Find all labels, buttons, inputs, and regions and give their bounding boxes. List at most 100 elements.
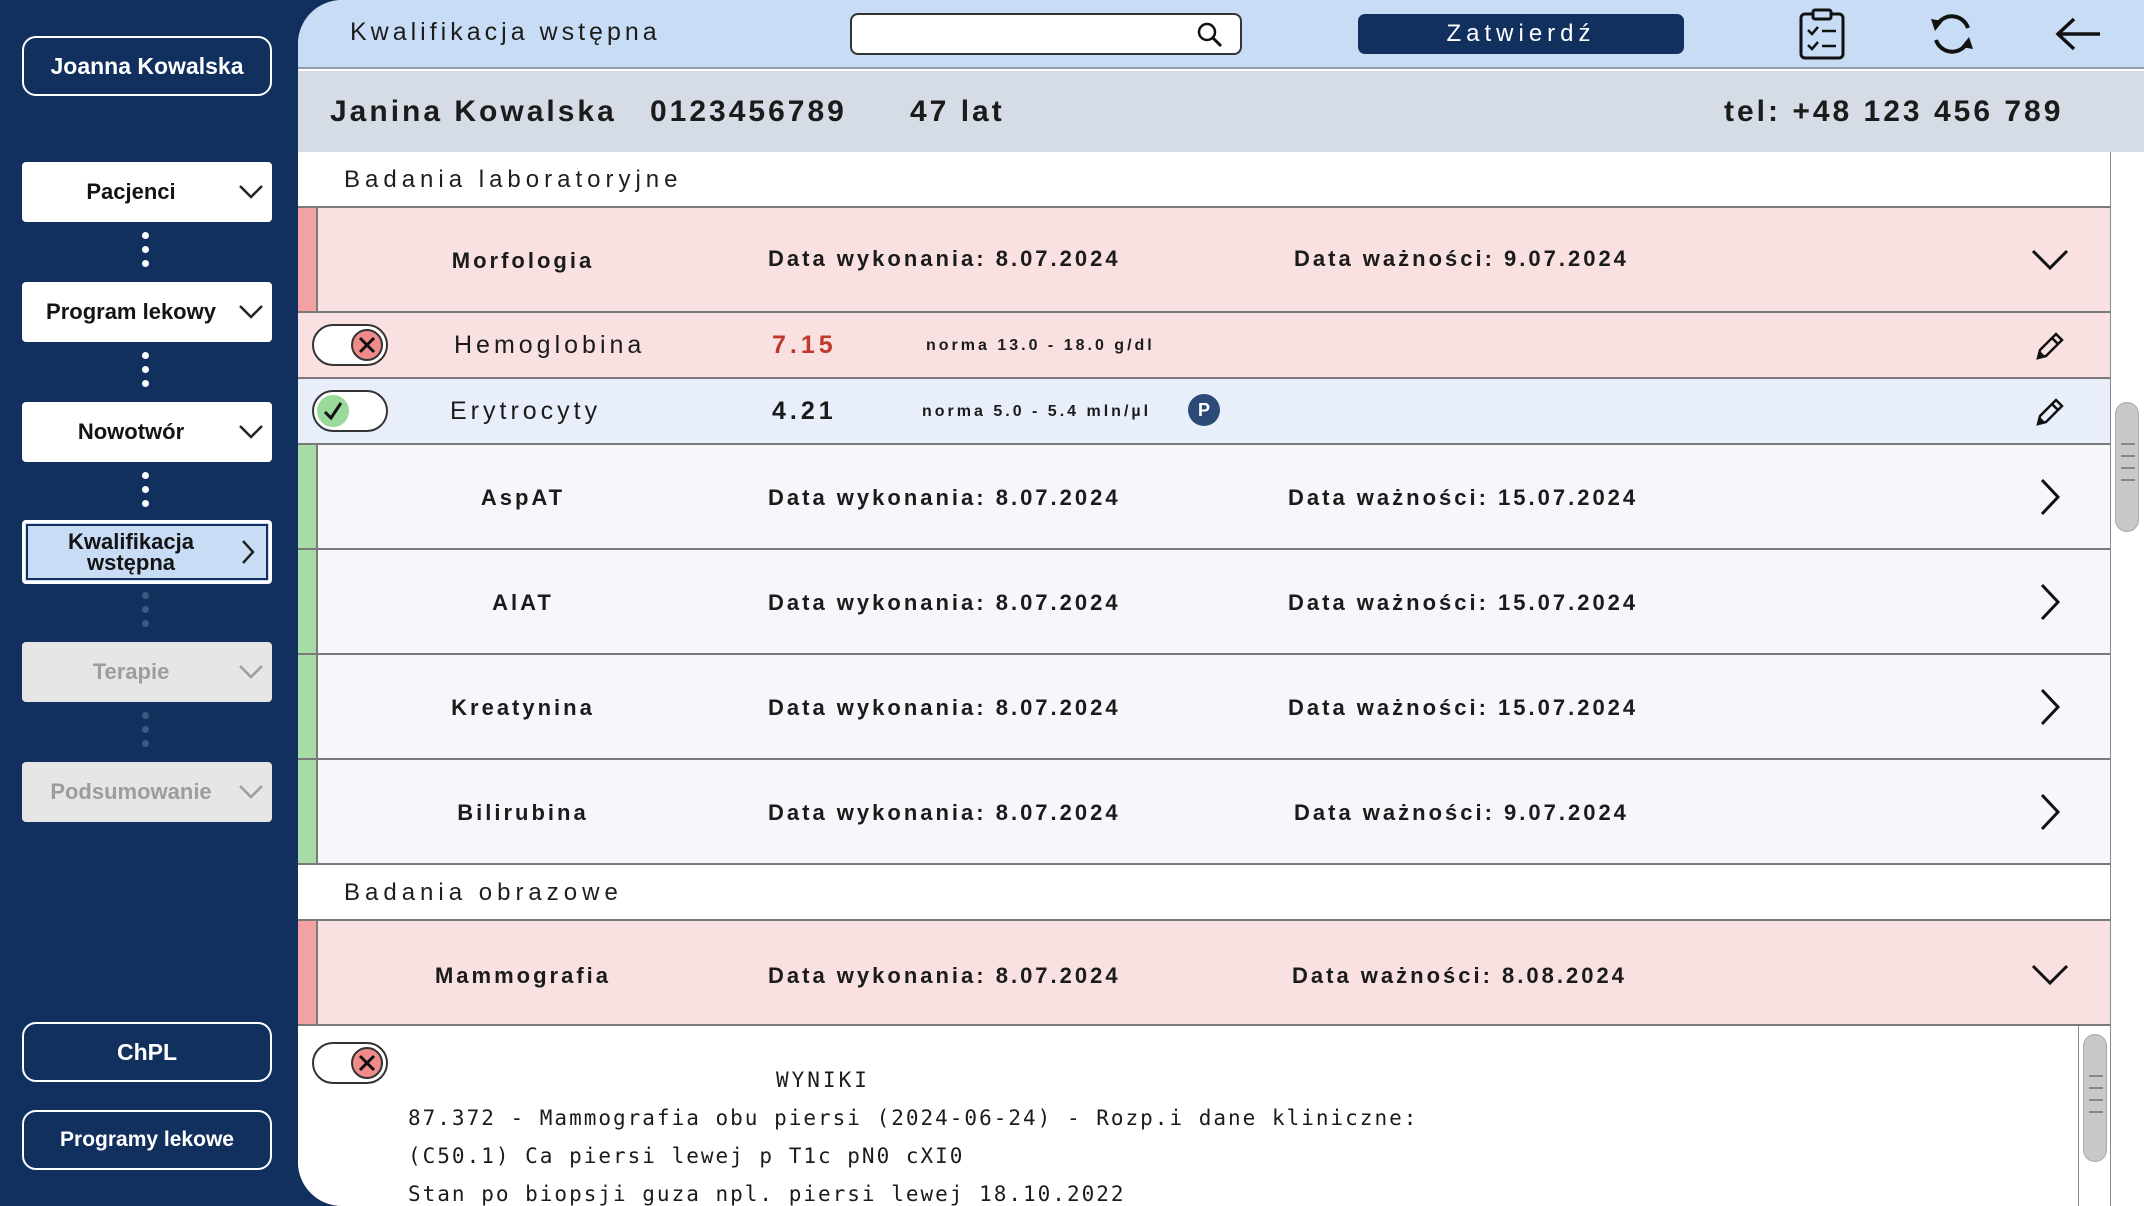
patient-info-bar: Janina Kowalska 0123456789 47 lat tel: +… [298, 71, 2144, 152]
p-badge-icon[interactable]: P [1188, 394, 1220, 426]
test-valid-date: Data ważności: 9.07.2024 [1294, 246, 1629, 271]
test-valid-date: Data ważności: 15.07.2024 [1288, 485, 1639, 510]
status-stripe [298, 445, 318, 548]
step-kwalifikacja-active[interactable]: Kwalifikacja wstępna [22, 520, 272, 584]
result-toggle[interactable] [312, 390, 388, 432]
subtest-norm: norma 13.0 - 18.0 g/dl [926, 337, 1155, 354]
step-label: Program lekowy [46, 299, 216, 324]
chevron-right-icon[interactable] [2030, 582, 2070, 622]
status-stripe [298, 550, 318, 653]
pencil-edit-icon[interactable] [2030, 326, 2070, 366]
close-icon [351, 1047, 383, 1079]
step-pacjenci-dropdown[interactable]: Pacjenci [22, 162, 272, 222]
test-row-kreatynina[interactable]: Kreatynina Data wykonania: 8.07.2024 Dat… [298, 655, 2110, 760]
main-panel: Kwalifikacja wstępna Zatwierdź Janina Ko… [298, 0, 2144, 1206]
test-row-alat[interactable]: AlAT Data wykonania: 8.07.2024 Data ważn… [298, 550, 2110, 655]
chevron-down-icon [230, 411, 272, 453]
subtest-name: Erytrocyty [450, 397, 602, 425]
chpl-button[interactable]: ChPL [22, 1022, 272, 1082]
subtest-row-erytrocyty: Erytrocyty 4.21 norma 5.0 - 5.4 mln/µl P [298, 379, 2110, 445]
patient-name: Janina Kowalska [330, 95, 617, 128]
step-label: Podsumowanie [50, 779, 212, 804]
patient-id: 0123456789 [650, 95, 847, 128]
scrollbar-thumb[interactable] [2083, 1034, 2107, 1162]
chevron-down-icon[interactable] [2030, 955, 2070, 995]
test-name: Bilirubina [457, 800, 589, 825]
subtest-row-hemoglobina: Hemoglobina 7.15 norma 13.0 - 18.0 g/dl [298, 313, 2110, 379]
step-nowotwor-dropdown[interactable]: Nowotwór [22, 402, 272, 462]
checkmark-icon [317, 395, 349, 427]
test-name: AspAT [480, 485, 566, 510]
sidebar: Joanna Kowalska Pacjenci Program lekowy … [0, 0, 300, 1206]
step-connector [140, 472, 150, 507]
step-connector [140, 712, 150, 747]
step-label: Terapie [92, 659, 170, 684]
section-header-lab: Badania laboratoryjne [298, 152, 2110, 208]
search-icon[interactable] [1196, 21, 1224, 54]
test-valid-date: Data ważności: 15.07.2024 [1288, 590, 1639, 615]
test-performed-date: Data wykonania: 8.07.2024 [768, 695, 1121, 720]
test-valid-date: Data ważności: 9.07.2024 [1294, 800, 1629, 825]
step-label: Kwalifikacja wstępna [68, 529, 194, 575]
search-box[interactable] [850, 13, 1242, 55]
back-arrow-icon[interactable] [2050, 6, 2106, 62]
status-stripe [298, 921, 318, 1024]
subtest-norm: norma 5.0 - 5.4 mln/µl [922, 403, 1152, 420]
user-profile-button[interactable]: Joanna Kowalska [22, 36, 272, 96]
step-program-lekowy-dropdown[interactable]: Program lekowy [22, 282, 272, 342]
confirm-button[interactable]: Zatwierdź [1358, 14, 1684, 54]
scrollbar-thumb[interactable] [2115, 402, 2139, 532]
section-title: Badania laboratoryjne [344, 166, 683, 193]
pencil-edit-icon[interactable] [2030, 392, 2070, 432]
chevron-right-icon [227, 531, 269, 573]
test-performed-date: Data wykonania: 8.07.2024 [768, 800, 1121, 825]
chevron-right-icon[interactable] [2030, 792, 2070, 832]
subtest-value: 7.15 [772, 331, 837, 359]
page-title: Kwalifikacja wstępna [350, 18, 661, 46]
test-name: Mammografia [434, 963, 612, 988]
section-header-imaging: Badania obrazowe [298, 865, 2110, 921]
results-scrollbar[interactable] [2078, 1026, 2108, 1206]
results-line: Stan po biopsji guza npl. piersi lewej 1… [408, 1182, 1126, 1206]
step-connector [140, 592, 150, 627]
patient-phone: tel: +48 123 456 789 [1724, 95, 2064, 128]
test-performed-date: Data wykonania: 8.07.2024 [768, 246, 1121, 271]
test-row-morfologia[interactable]: Morfologia Data wykonania: 8.07.2024 Dat… [298, 208, 2110, 313]
main-scrollbar[interactable] [2110, 152, 2140, 1206]
result-toggle[interactable] [312, 324, 388, 366]
subtest-value: 4.21 [772, 397, 837, 425]
result-toggle[interactable] [312, 1042, 388, 1084]
section-title: Badania obrazowe [344, 879, 623, 906]
test-valid-date: Data ważności: 15.07.2024 [1288, 695, 1639, 720]
step-connector [140, 232, 150, 267]
search-input[interactable] [862, 21, 1182, 47]
step-label: Nowotwór [77, 419, 185, 444]
chevron-down-icon [230, 291, 272, 333]
results-title: WYNIKI [776, 1068, 870, 1092]
chevron-down-icon [230, 771, 272, 813]
test-performed-date: Data wykonania: 8.07.2024 [768, 590, 1121, 615]
test-performed-date: Data wykonania: 8.07.2024 [768, 963, 1121, 988]
close-icon [351, 329, 383, 361]
clipboard-checklist-icon[interactable] [1794, 6, 1850, 62]
status-stripe [298, 760, 318, 863]
chevron-down-icon[interactable] [2030, 240, 2070, 280]
refresh-icon[interactable] [1924, 6, 1980, 62]
results-line: 87.372 - Mammografia obu piersi (2024-06… [408, 1106, 1419, 1130]
top-bar: Kwalifikacja wstępna Zatwierdź [298, 0, 2144, 69]
patient-age: 47 lat [910, 95, 1005, 128]
subtest-name: Hemoglobina [454, 331, 646, 359]
status-stripe [298, 208, 318, 311]
test-performed-date: Data wykonania: 8.07.2024 [768, 485, 1121, 510]
chevron-right-icon[interactable] [2030, 687, 2070, 727]
test-name: Morfologia [451, 248, 595, 273]
test-name: Kreatynina [451, 695, 595, 720]
test-row-mammografia[interactable]: Mammografia Data wykonania: 8.07.2024 Da… [298, 921, 2110, 1026]
programy-lekowe-button[interactable]: Programy lekowe [22, 1110, 272, 1170]
test-row-aspat[interactable]: AspAT Data wykonania: 8.07.2024 Data waż… [298, 445, 2110, 550]
step-connector [140, 352, 150, 387]
test-row-bilirubina[interactable]: Bilirubina Data wykonania: 8.07.2024 Dat… [298, 760, 2110, 865]
status-stripe [298, 655, 318, 758]
chevron-down-icon [230, 651, 272, 693]
chevron-right-icon[interactable] [2030, 477, 2070, 517]
